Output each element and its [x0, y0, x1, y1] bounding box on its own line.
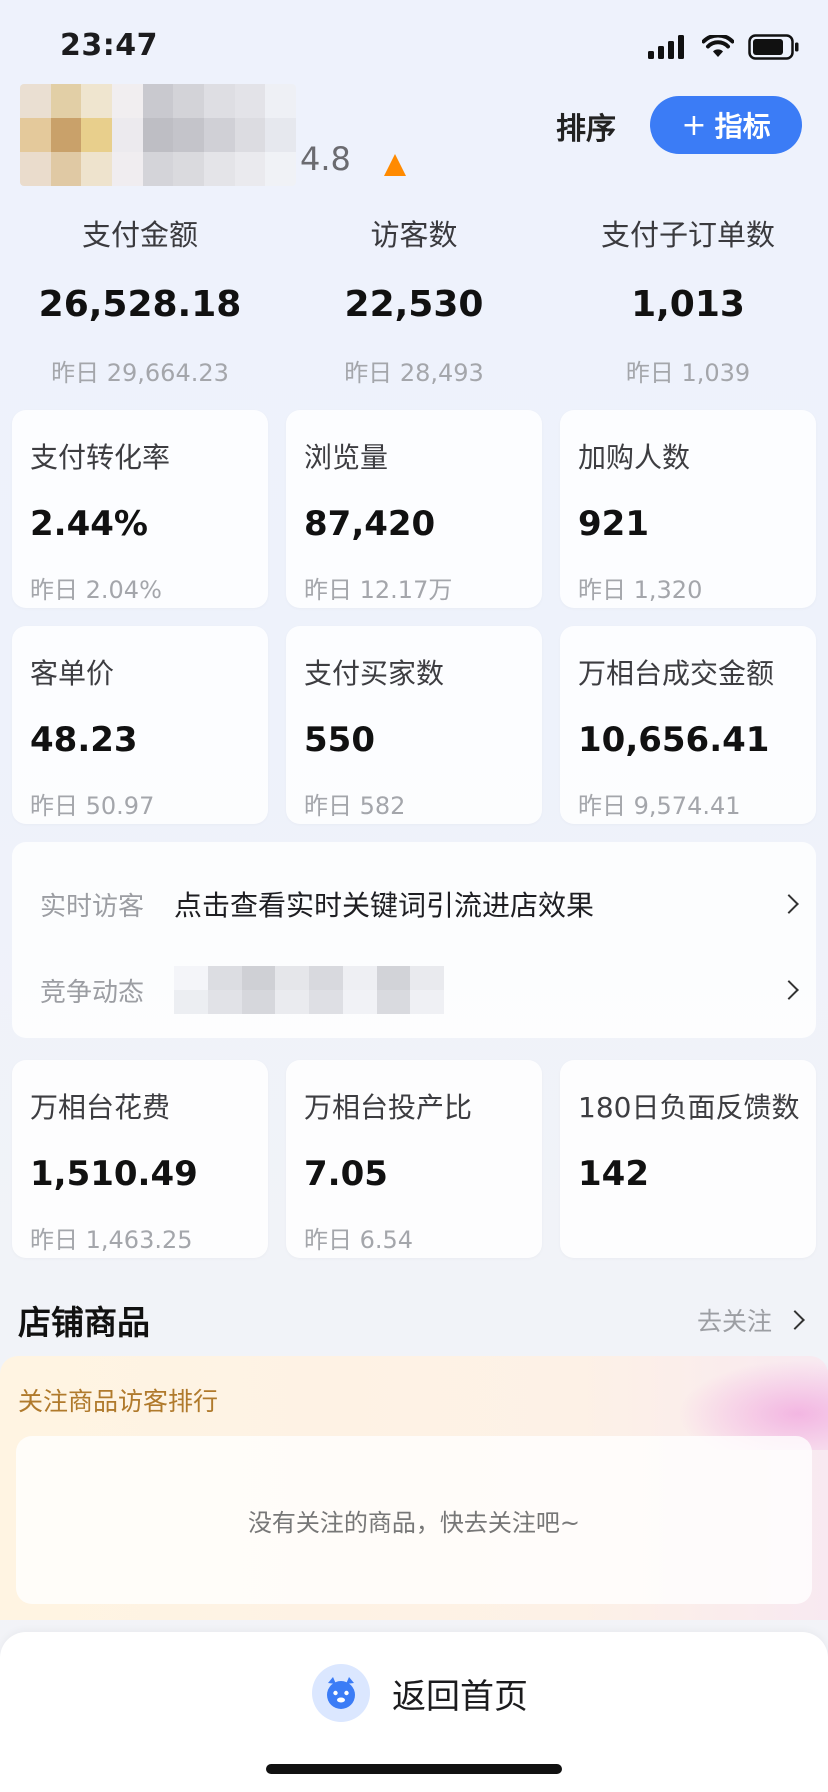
store-rating: 4.8: [300, 140, 351, 178]
card-value: 7.05: [304, 1154, 388, 1194]
card-value: 921: [578, 504, 649, 544]
card-wanxiangtai-spend[interactable]: 万相台花费 1,510.49 昨日 1,463.25: [12, 1060, 268, 1258]
metric-pay-amount[interactable]: 支付金额 26,528.18 昨日 29,664.23: [2, 212, 278, 388]
card-add-to-cart[interactable]: 加购人数 921 昨日 1,320: [560, 410, 816, 608]
card-label: 支付转化率: [30, 441, 171, 474]
go-follow-label: 去关注: [696, 1307, 772, 1336]
metric-value: 22,530: [344, 284, 484, 325]
store-name-blurred: [20, 84, 296, 186]
go-follow-link[interactable]: 去关注: [696, 1302, 805, 1338]
empty-state-text: 没有关注的商品，快去关注吧~: [247, 1508, 581, 1537]
competition-content-blurred: [174, 966, 782, 1014]
card-conversion-rate[interactable]: 支付转化率 2.44% 昨日 2.04%: [12, 410, 268, 608]
competition-row[interactable]: 竞争动态: [40, 966, 799, 1014]
wifi-icon: [702, 35, 734, 57]
card-paying-buyers[interactable]: 支付买家数 550 昨日 582: [286, 626, 542, 824]
card-value: 142: [578, 1154, 649, 1194]
section-title-store-products: 店铺商品: [18, 1303, 150, 1342]
metric-label: 支付子订单数: [600, 218, 775, 252]
card-prev: 昨日 9,574.41: [578, 792, 741, 820]
followed-products-ranking-title: 关注商品访客排行: [18, 1387, 219, 1416]
card-value: 48.23: [30, 720, 138, 760]
card-label: 万相台成交金额: [578, 657, 775, 690]
back-home-button[interactable]: 返回首页: [312, 1664, 528, 1722]
info-panel: 实时访客 点击查看实时关键词引流进店效果 竞争动态: [12, 842, 816, 1038]
card-prev: 昨日 1,463.25: [30, 1226, 193, 1254]
metric-label: 访客数: [370, 218, 458, 252]
card-prev: 昨日 1,320: [578, 576, 703, 604]
back-home-label: 返回首页: [392, 1676, 528, 1717]
card-label: 支付买家数: [304, 657, 445, 690]
chevron-right-icon: [779, 894, 799, 914]
realtime-text: 点击查看实时关键词引流进店效果: [174, 889, 595, 922]
card-value: 87,420: [304, 504, 436, 544]
metric-prev: 昨日 1,039: [625, 359, 751, 387]
card-page-views[interactable]: 浏览量 87,420 昨日 12.17万: [286, 410, 542, 608]
card-label: 180日负面反馈数: [578, 1091, 800, 1124]
add-metric-button[interactable]: + 指标: [650, 96, 802, 154]
card-label: 加购人数: [578, 441, 691, 474]
card-label: 客单价: [30, 657, 115, 690]
mascot-icon: [312, 1664, 370, 1722]
battery-icon: [748, 34, 799, 60]
blurred-text: [174, 966, 444, 1014]
chevron-right-icon: [785, 1310, 805, 1330]
home-indicator[interactable]: [266, 1764, 562, 1774]
metric-value: 1,013: [631, 284, 745, 325]
card-label: 浏览量: [304, 441, 389, 474]
card-label: 万相台花费: [30, 1091, 171, 1124]
card-value: 1,510.49: [30, 1154, 198, 1194]
plus-icon: +: [681, 107, 707, 143]
status-time: 23:47: [60, 28, 158, 63]
competition-label: 竞争动态: [40, 977, 145, 1008]
rating-up-arrow-icon: [384, 154, 406, 176]
cellular-signal-icon: [648, 35, 684, 59]
metric-prev: 昨日 29,664.23: [51, 359, 229, 387]
card-wanxiangtai-gmv[interactable]: 万相台成交金额 10,656.41 昨日 9,574.41: [560, 626, 816, 824]
card-wanxiangtai-roi[interactable]: 万相台投产比 7.05 昨日 6.54: [286, 1060, 542, 1258]
metric-sub-orders[interactable]: 支付子订单数 1,013 昨日 1,039: [550, 212, 826, 388]
card-prev: 昨日 50.97: [30, 792, 155, 820]
metric-label: 支付金额: [81, 218, 198, 252]
metric-prev: 昨日 28,493: [344, 359, 484, 387]
card-negative-feedback[interactable]: 180日负面反馈数 142: [560, 1060, 816, 1258]
card-prev: 昨日 2.04%: [30, 576, 162, 604]
card-value: 2.44%: [30, 504, 148, 544]
card-label: 万相台投产比: [304, 1091, 473, 1124]
card-avg-order-value[interactable]: 客单价 48.23 昨日 50.97: [12, 626, 268, 824]
card-prev: 昨日 6.54: [304, 1226, 414, 1254]
add-metric-label: 指标: [714, 110, 771, 143]
chevron-right-icon: [779, 980, 799, 1000]
realtime-label: 实时访客: [40, 891, 145, 922]
card-prev: 昨日 12.17万: [304, 576, 453, 604]
metric-visitors[interactable]: 访客数 22,530 昨日 28,493: [276, 212, 552, 388]
sort-button[interactable]: 排序: [556, 104, 616, 148]
realtime-visitors-row[interactable]: 实时访客 点击查看实时关键词引流进店效果: [40, 884, 799, 924]
empty-state: 没有关注的商品，快去关注吧~: [16, 1436, 812, 1604]
card-prev: 昨日 582: [304, 792, 406, 820]
card-value: 10,656.41: [578, 720, 770, 760]
status-icons: [648, 34, 800, 60]
card-value: 550: [304, 720, 375, 760]
metric-value: 26,528.18: [38, 284, 242, 325]
